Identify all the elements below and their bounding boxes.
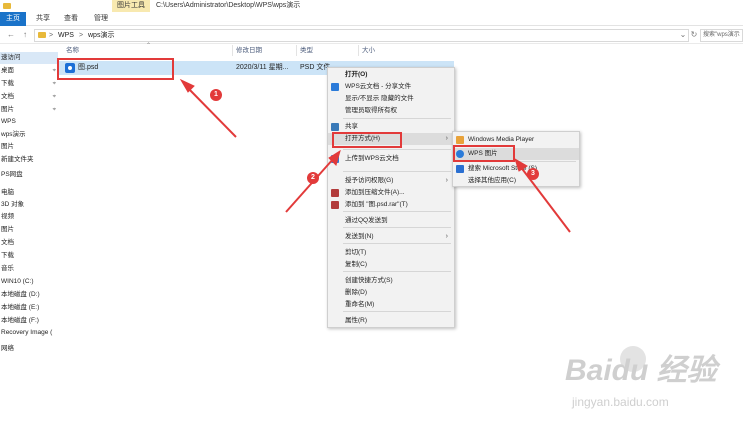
arrow-2	[285, 157, 335, 213]
watermark-url: jingyan.baidu.com	[572, 395, 669, 409]
arrow-head-1	[179, 78, 195, 93]
baidu-watermark: Baidu 经验	[565, 354, 717, 387]
arrow-head-3	[514, 157, 528, 172]
step-badge-3: 3	[527, 168, 539, 180]
step-badge-2: 2	[307, 172, 319, 184]
step-badge-1: 1	[210, 89, 222, 101]
explorer-window: 图片工具 C:\Users\Administrator\Desktop\WPS\…	[0, 0, 743, 427]
